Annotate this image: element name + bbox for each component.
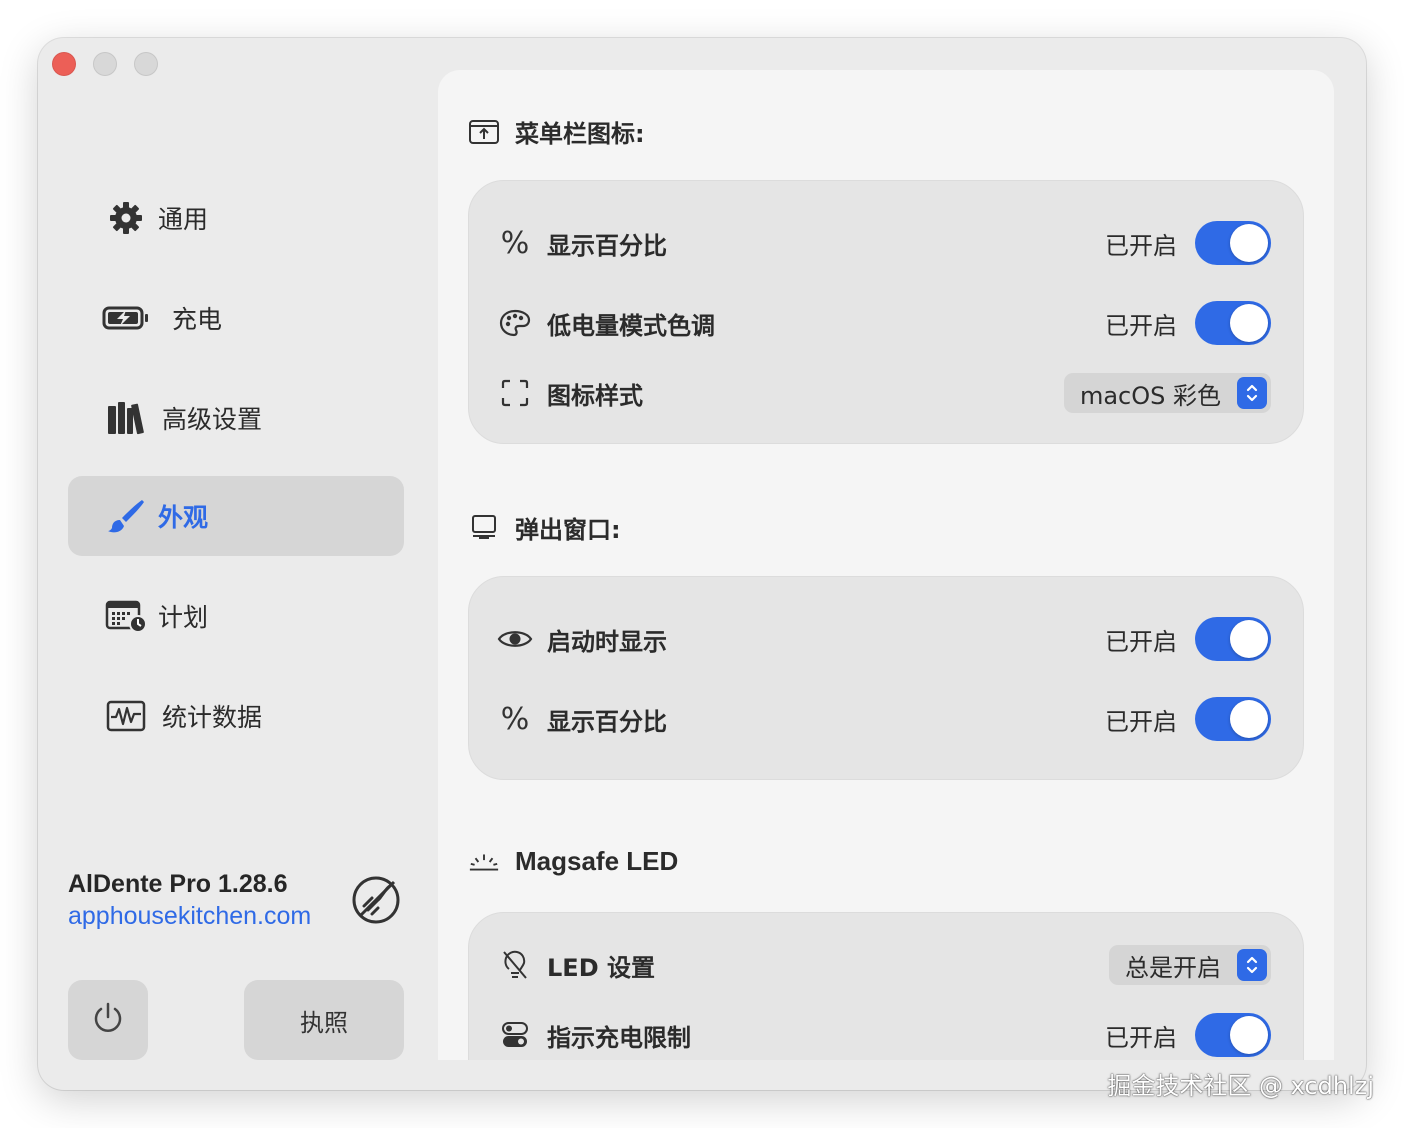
- row-indicate-charge-limit: 指示充电限制 已开启: [469, 1005, 1303, 1060]
- sidebar-item-advanced[interactable]: 高级设置: [68, 378, 404, 458]
- row-icon-style: 图标样式 macOS 彩色: [469, 363, 1303, 423]
- row-status: 已开启: [1105, 311, 1177, 340]
- viewfinder-icon: [497, 379, 533, 407]
- palette-icon: [497, 309, 533, 337]
- row-status: 已开启: [1105, 1023, 1177, 1052]
- quit-button[interactable]: [68, 980, 148, 1060]
- popup-show-percentage-toggle[interactable]: [1195, 697, 1271, 741]
- section-title: 菜单栏图标:: [515, 120, 645, 148]
- chevron-up-down-icon: [1237, 377, 1267, 409]
- sidebar-item-label: 计划: [158, 603, 209, 632]
- row-low-power-tint: 低电量模式色调 已开启: [469, 293, 1303, 353]
- row-show-on-launch: 启动时显示 已开启: [469, 609, 1303, 669]
- section-title: Magsafe LED: [515, 846, 679, 876]
- show-on-launch-toggle[interactable]: [1195, 617, 1271, 661]
- website-link[interactable]: apphousekitchen.com: [68, 902, 311, 931]
- row-label: 显示百分比: [547, 231, 667, 260]
- switch-toggles-icon: [497, 1021, 533, 1049]
- paintbrush-icon: [100, 498, 152, 534]
- license-button[interactable]: 执照: [244, 980, 404, 1060]
- percent-icon: %: [500, 701, 530, 737]
- power-icon: [90, 1000, 126, 1040]
- led-setting-select[interactable]: 总是开启: [1109, 945, 1271, 985]
- gear-icon: [100, 200, 152, 236]
- popup-settings-card: 启动时显示 已开启 % 显示百分比 已开启: [468, 576, 1304, 780]
- popup-window-icon: [468, 514, 500, 542]
- calendar-clock-icon: [100, 599, 152, 633]
- section-menubar-header: 菜单栏图标:: [468, 114, 645, 149]
- section-popup-header: 弹出窗口:: [468, 510, 621, 545]
- settings-window: 通用 充电 高级设置 外观 计划 统计数据 AlDente Pro 1.28.6…: [38, 38, 1366, 1090]
- section-title: 弹出窗口:: [515, 516, 621, 544]
- eye-icon: [497, 627, 533, 651]
- sidebar-item-charging[interactable]: 充电: [68, 278, 404, 358]
- row-label: 指示充电限制: [547, 1023, 691, 1052]
- row-popup-show-percentage: % 显示百分比 已开启: [469, 689, 1303, 749]
- section-magsafe-header: Magsafe LED: [468, 846, 678, 877]
- chevron-up-down-icon: [1237, 949, 1267, 981]
- sidebar: 通用 充电 高级设置 外观 计划 统计数据 AlDente Pro 1.28.6…: [38, 38, 438, 1090]
- magsafe-settings-card: LED 设置 总是开启 指示充电限制 已开启: [468, 912, 1304, 1060]
- row-show-percentage: % 显示百分比 已开启: [469, 213, 1303, 273]
- sidebar-item-label: 外观: [158, 503, 209, 532]
- lightbulb-slash-icon: [497, 949, 533, 981]
- settings-content: 菜单栏图标: % 显示百分比 已开启 低电量模式色调 已开启 图标样式 macO…: [438, 70, 1334, 1060]
- sidebar-item-label: 充电: [172, 305, 223, 334]
- menubar-settings-card: % 显示百分比 已开启 低电量模式色调 已开启 图标样式 macOS 彩色: [468, 180, 1304, 444]
- select-value: 总是开启: [1125, 953, 1221, 982]
- sidebar-item-appearance[interactable]: 外观: [68, 476, 404, 556]
- row-led-setting: LED 设置 总是开启: [469, 935, 1303, 995]
- sidebar-item-label: 高级设置: [162, 405, 263, 434]
- led-light-icon: [468, 850, 500, 874]
- sidebar-item-schedule[interactable]: 计划: [68, 576, 404, 656]
- row-status: 已开启: [1105, 627, 1177, 656]
- row-label: LED 设置: [547, 953, 655, 982]
- row-status: 已开启: [1105, 231, 1177, 260]
- row-label: 图标样式: [547, 381, 643, 410]
- row-label: 显示百分比: [547, 707, 667, 736]
- menubar-upload-icon: [468, 119, 500, 145]
- books-icon: [100, 400, 152, 436]
- percent-icon: %: [500, 225, 530, 261]
- waveform-icon: [100, 700, 152, 732]
- show-percentage-toggle[interactable]: [1195, 221, 1271, 265]
- watermark: 掘金技术社区 @ xcdhlzj: [1107, 1072, 1374, 1100]
- indicate-charge-limit-toggle[interactable]: [1195, 1013, 1271, 1057]
- sidebar-item-statistics[interactable]: 统计数据: [68, 676, 404, 756]
- sidebar-item-general[interactable]: 通用: [68, 178, 404, 258]
- app-logo-icon: [350, 874, 402, 930]
- row-label: 启动时显示: [547, 627, 667, 656]
- sidebar-item-label: 统计数据: [162, 703, 263, 732]
- battery-charging-icon: [102, 305, 150, 331]
- row-status: 已开启: [1105, 707, 1177, 736]
- sidebar-item-label: 通用: [158, 205, 209, 234]
- low-power-tint-toggle[interactable]: [1195, 301, 1271, 345]
- row-label: 低电量模式色调: [547, 311, 715, 340]
- icon-style-select[interactable]: macOS 彩色: [1063, 373, 1271, 413]
- select-value: macOS 彩色: [1079, 381, 1221, 410]
- app-version: AlDente Pro 1.28.6: [68, 870, 288, 898]
